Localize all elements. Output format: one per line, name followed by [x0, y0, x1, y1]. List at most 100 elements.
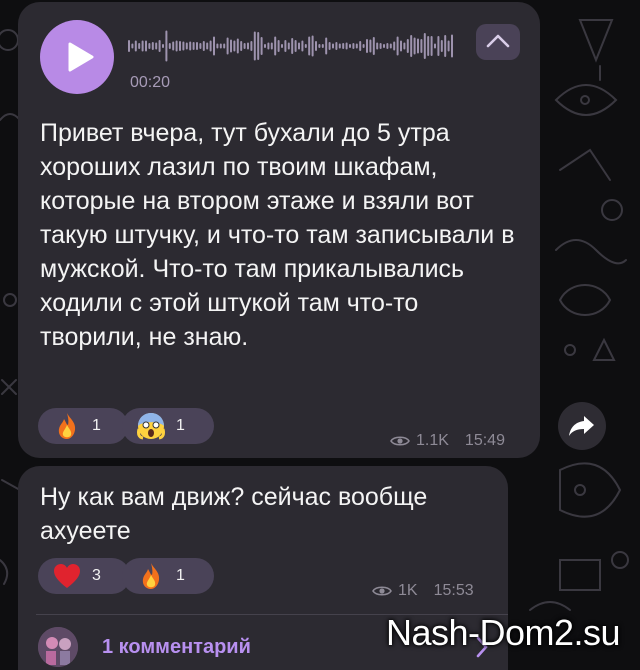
reaction-scream[interactable]: 1 — [122, 408, 214, 444]
reaction-heart[interactable]: 3 — [38, 558, 130, 594]
waveform-bar — [294, 40, 297, 52]
waveform-bar — [413, 37, 416, 55]
views-eye-icon — [390, 436, 410, 446]
waveform-bar — [396, 36, 399, 56]
waveform-bar — [427, 36, 430, 56]
waveform-bar — [168, 43, 171, 49]
waveform-bar — [274, 36, 277, 56]
voice-duration: 00:20 — [130, 74, 171, 91]
waveform-bar — [389, 43, 392, 49]
waveform-bar — [315, 41, 317, 51]
waveform-bar — [243, 43, 246, 49]
waveform-bar — [417, 38, 419, 54]
waveform-bar — [410, 35, 413, 57]
reaction-count: 3 — [92, 567, 101, 584]
waveform-bar — [128, 40, 130, 52]
waveform-bar — [192, 42, 195, 50]
message-bubble-voice: 00:20 Привет вчера, тут бухали до 5 утра… — [18, 2, 540, 458]
waveform-bar — [301, 40, 304, 52]
waveform-bar — [172, 41, 175, 51]
waveform-bar — [304, 44, 307, 48]
message-time: 15:49 — [464, 432, 505, 449]
watermark: Nash-Dom2.su — [386, 612, 621, 653]
message-meta: 1.1K 15:49 — [390, 432, 505, 450]
waveform-bar — [437, 36, 440, 56]
waveform-bar — [362, 44, 365, 48]
waveform-bar — [240, 41, 243, 51]
waveform-bar — [423, 33, 426, 59]
waveform-bar — [383, 44, 385, 48]
play-icon — [68, 42, 94, 72]
share-button[interactable] — [558, 402, 606, 450]
waveform-bar — [158, 40, 161, 52]
waveform-bar — [141, 40, 144, 52]
waveform-bar — [451, 34, 453, 58]
waveform-bar — [230, 39, 232, 53]
heart-icon — [52, 561, 82, 591]
waveform-bar — [155, 42, 158, 50]
message-time: 15:53 — [433, 582, 474, 599]
waveform-bar — [298, 42, 300, 50]
waveform-bar — [216, 43, 219, 49]
waveform-bar — [444, 35, 447, 57]
waveform-bar — [165, 30, 168, 62]
waveform-bar — [199, 43, 202, 49]
waveform-bar — [270, 42, 273, 50]
waveform-bar — [434, 43, 436, 49]
voice-waveform[interactable] — [128, 24, 468, 68]
comments-count-label: 1 комментарий — [102, 635, 251, 658]
waveform-bar — [179, 41, 181, 51]
waveform-bar — [196, 42, 198, 50]
waveform-bar — [209, 40, 212, 52]
waveform-bar — [406, 39, 409, 53]
waveform-bar — [352, 43, 355, 49]
chevron-up-icon — [486, 34, 510, 48]
waveform-bar — [148, 43, 151, 49]
waveform-bar — [257, 32, 260, 60]
waveform-bar — [338, 43, 341, 49]
waveform-bar — [134, 40, 137, 52]
waveform-bar — [277, 40, 280, 52]
waveform-bar — [359, 41, 362, 51]
reaction-fire[interactable]: 1 — [38, 408, 128, 444]
collapse-transcription-button[interactable] — [476, 24, 520, 60]
waveform-bar — [131, 43, 134, 49]
avatar — [38, 627, 78, 667]
waveform-bar — [342, 43, 345, 49]
reaction-count: 1 — [176, 417, 185, 434]
reaction-fire[interactable]: 1 — [122, 558, 214, 594]
waveform-bar — [366, 39, 368, 53]
play-voice-button[interactable] — [40, 20, 114, 94]
reaction-count: 1 — [92, 417, 101, 434]
waveform-bar — [260, 37, 263, 55]
scream-face-icon — [136, 411, 166, 441]
waveform-bar — [325, 37, 328, 55]
waveform-bar — [138, 43, 141, 49]
waveform-bar — [267, 42, 270, 50]
waveform-bar — [311, 35, 314, 57]
waveform-bar — [321, 44, 324, 48]
waveform-bar — [236, 38, 239, 54]
waveform-bar — [345, 42, 348, 50]
waveform-bar — [291, 38, 294, 54]
waveform-bar — [175, 40, 178, 52]
message-text: Привет вчера, тут бухали до 5 утра хорош… — [40, 119, 515, 351]
waveform-bar — [145, 40, 147, 52]
waveform-bar — [335, 42, 338, 50]
waveform-bar — [162, 44, 164, 48]
waveform-bar — [420, 39, 423, 53]
waveform-bar — [182, 41, 185, 51]
message-text: Ну как вам движ? сейчас вообще ахуеете — [40, 483, 428, 545]
waveform-bar — [189, 41, 192, 51]
waveform-bar — [349, 44, 351, 48]
waveform-bar — [226, 37, 229, 55]
waveform-bar — [355, 43, 358, 49]
waveform-bar — [233, 40, 236, 52]
waveform-bar — [332, 43, 334, 49]
views-count: 1.1K — [416, 432, 449, 449]
waveform-bar — [281, 44, 283, 48]
waveform-bar — [219, 43, 222, 49]
waveform-bar — [440, 40, 443, 52]
waveform-bar — [202, 41, 205, 51]
waveform-bar — [393, 41, 396, 51]
